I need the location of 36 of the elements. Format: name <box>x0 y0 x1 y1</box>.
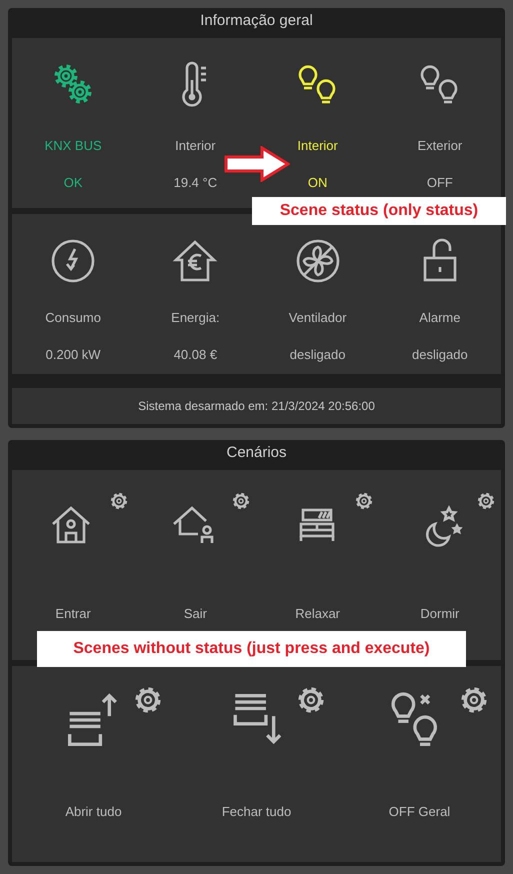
status-text: Sistema desarmado em: 21/3/2024 20:56:00 <box>138 399 375 413</box>
settings-icon[interactable] <box>296 686 324 714</box>
tile-label: KNX BUS <box>44 138 102 153</box>
tile-label: Relaxar <box>295 606 340 621</box>
tile-label: Ventilador <box>288 310 347 325</box>
settings-icon[interactable] <box>134 686 162 714</box>
tile-value: OK <box>64 175 83 190</box>
tile-label: Exterior <box>417 138 462 153</box>
panel-title: Informação geral <box>199 11 314 31</box>
settings-icon[interactable] <box>476 492 495 510</box>
tile-value: desligado <box>290 347 346 362</box>
tile-label: Consumo <box>45 310 101 325</box>
settings-icon[interactable] <box>110 492 128 510</box>
settings-icon[interactable] <box>460 686 488 714</box>
settings-icon[interactable] <box>232 492 250 510</box>
tile-value: OFF <box>426 175 453 190</box>
tile-value: 40.08 € <box>174 347 218 362</box>
annotation-label: Scene status (only status) <box>252 197 506 225</box>
tile-label: OFF Geral <box>388 804 450 819</box>
tile-value: ON <box>308 175 328 190</box>
panel-title: Cenários <box>225 443 288 463</box>
tile-label: Entrar <box>55 606 91 621</box>
tile-label: Interior <box>297 138 338 153</box>
tile-label: Fechar tudo <box>222 804 292 819</box>
tile-label: Energia: <box>171 310 220 325</box>
annotation-arrow <box>224 146 290 182</box>
annotation-label: Scenes without status (just press and execute) <box>37 631 466 667</box>
tile-label: Alarme <box>419 310 460 325</box>
settings-icon[interactable] <box>354 492 373 510</box>
tile-label: Abrir tudo <box>65 804 122 819</box>
tile-label: Sair <box>184 606 207 621</box>
tile-value: 19.4 °C <box>174 175 218 190</box>
tile-label: Interior <box>175 138 216 153</box>
tile-value: desligado <box>412 347 468 362</box>
tile-value: 0.200 kW <box>46 347 101 362</box>
tile-label: Dormir <box>420 606 460 621</box>
